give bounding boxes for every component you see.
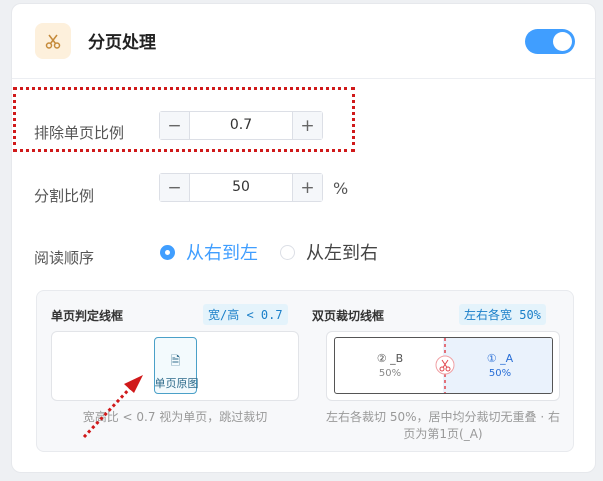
split-ratio-input[interactable]: 50 — [190, 174, 292, 201]
split-ratio-label: 分割比例 — [34, 187, 95, 205]
split-ratio-decrease-button[interactable]: − — [160, 174, 190, 201]
enable-toggle[interactable] — [525, 29, 575, 54]
cut-line-icon — [435, 338, 455, 393]
card-title: 分页处理 — [88, 33, 156, 53]
double-page-tag: 左右各宽 50% — [459, 304, 546, 325]
double-page-caption-line1: 左右各裁切 50%，居中均分裁切无重叠 · 右 — [326, 410, 560, 424]
right-half-percent: 50% — [488, 368, 512, 379]
radio-label-left-to-right: 从左到右 — [306, 243, 378, 264]
single-page-preview: 🗎 单页原图 — [51, 331, 299, 401]
radio-dot-unchecked — [280, 244, 295, 260]
single-page-tag: 宽/高 < 0.7 — [203, 304, 288, 325]
annotation-highlight-box — [13, 87, 355, 152]
single-page-caption: 宽高比 < 0.7 视为单页，跳过裁切 — [82, 410, 268, 424]
pagination-settings-card: 分页处理 排除单页比例 − 0.7 + 分割比例 − 50 + % 阅读顺序 从… — [11, 3, 596, 473]
double-page-title: 双页裁切线框 — [312, 309, 385, 323]
double-page-caption-line2: 页为第1页(_A) — [403, 427, 483, 441]
double-page-frame: ② _B 50% ① _A 50% — [334, 337, 553, 394]
radio-dot-checked — [160, 244, 175, 260]
radio-right-to-left[interactable]: 从右到左 — [160, 239, 258, 265]
split-ratio-stepper: − 50 + — [159, 173, 323, 202]
double-page-preview: ② _B 50% ① _A 50% — [326, 331, 560, 401]
right-half-label: ① _A — [486, 352, 514, 365]
split-ratio-unit: % — [333, 179, 349, 198]
document-icon: 🗎 — [170, 354, 181, 368]
radio-left-to-right[interactable]: 从左到右 — [280, 239, 378, 265]
split-ratio-increase-button[interactable]: + — [292, 174, 322, 201]
single-page-tile: 🗎 单页原图 — [154, 337, 199, 394]
left-half-label: ② _B — [376, 352, 404, 365]
scissors-icon — [35, 23, 71, 59]
preview-panel: 单页判定线框 宽/高 < 0.7 🗎 单页原图 宽高比 < 0.7 视为单页，跳… — [36, 290, 574, 452]
single-page-title: 单页判定线框 — [51, 309, 124, 323]
single-page-tile-label: 单页原图 — [154, 377, 199, 390]
right-half-page — [443, 338, 552, 393]
toggle-knob — [553, 32, 572, 51]
card-header: 分页处理 — [12, 4, 595, 79]
left-half-percent: 50% — [378, 368, 402, 379]
reading-order-label: 阅读顺序 — [34, 249, 95, 267]
radio-label-right-to-left: 从右到左 — [186, 243, 258, 264]
